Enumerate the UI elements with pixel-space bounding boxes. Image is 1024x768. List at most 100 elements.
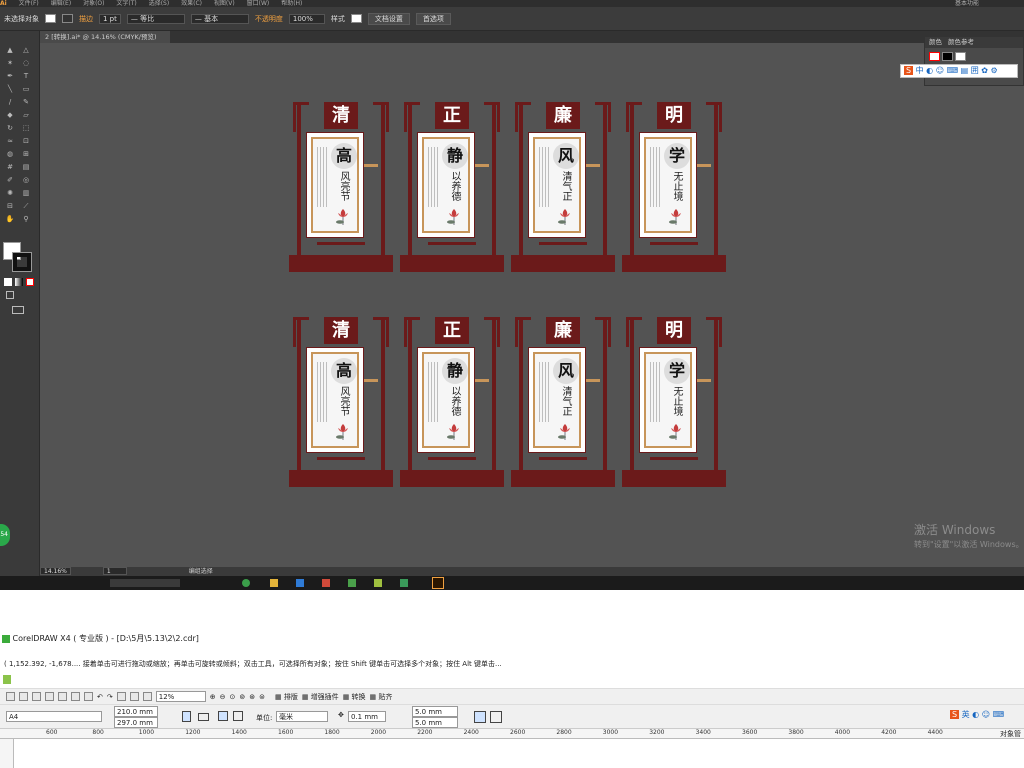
style-swatch[interactable]: [350, 14, 362, 23]
rotate-tool-icon[interactable]: ↻: [5, 124, 15, 132]
current-page-icon[interactable]: [233, 711, 243, 721]
magic-wand-icon[interactable]: ✶: [5, 59, 15, 67]
zoom-in-icon[interactable]: ⊕: [210, 693, 216, 701]
signage-display[interactable]: 正静以养德: [400, 102, 504, 272]
symbol-sprayer-icon[interactable]: ✺: [5, 189, 15, 197]
ime-toolbar-cd[interactable]: S 英 ◐ ☺ ⌨: [950, 709, 1004, 720]
units-toggle-icon[interactable]: [474, 711, 486, 723]
cd-canvas[interactable]: [14, 740, 1024, 768]
signage-display[interactable]: 清高风亮节: [289, 102, 393, 272]
zoom-field[interactable]: 14.16%: [40, 567, 71, 575]
page-width-field[interactable]: 210.0 mm: [114, 706, 158, 717]
gradient-tool-icon[interactable]: ▤: [21, 163, 31, 171]
units-select[interactable]: 毫米: [276, 711, 328, 722]
import-icon[interactable]: [116, 692, 126, 701]
none-mode-icon[interactable]: [26, 278, 34, 286]
gradient-mode-icon[interactable]: [15, 278, 23, 286]
signage-display[interactable]: 正静以养德: [400, 317, 504, 487]
duplicate-x-field[interactable]: 5.0 mm: [412, 706, 458, 717]
taskbar-app-icon[interactable]: [322, 579, 330, 587]
menu-select[interactable]: 选择(S): [149, 0, 170, 7]
line-tool-icon[interactable]: ╲: [5, 85, 15, 93]
preferences-button[interactable]: 首选项: [415, 12, 451, 25]
signage-display[interactable]: 廉风清气正: [511, 102, 615, 272]
workspace-switcher[interactable]: 基本功能: [955, 0, 979, 7]
taskbar-app-icon[interactable]: [374, 579, 382, 587]
artboard-nav-field[interactable]: 1: [102, 567, 127, 575]
stroke-weight-field[interactable]: 1 pt: [99, 13, 121, 24]
direct-selection-tool-icon[interactable]: △: [21, 46, 31, 54]
stroke-color-icon[interactable]: [12, 252, 32, 272]
export-icon[interactable]: [129, 692, 139, 701]
opacity-label[interactable]: 不透明度: [255, 14, 283, 24]
scale-tool-icon[interactable]: ⬚: [21, 124, 31, 132]
taskbar-ai-icon[interactable]: [432, 577, 444, 589]
column-graph-icon[interactable]: ▥: [21, 189, 31, 197]
taskbar-app-icon[interactable]: [400, 579, 408, 587]
tab-color-guide[interactable]: 颜色参考: [948, 37, 974, 48]
zoom-out-icon[interactable]: ⊖: [220, 693, 226, 701]
menu-object[interactable]: 对象(O): [83, 0, 104, 7]
copy-icon[interactable]: [71, 692, 80, 701]
duplicate-y-field[interactable]: 5.0 mm: [412, 717, 458, 728]
portrait-icon[interactable]: [182, 711, 191, 722]
save-icon[interactable]: [32, 692, 41, 701]
nudge-field[interactable]: 0.1 mm: [348, 711, 386, 722]
vertical-ruler[interactable]: [0, 739, 14, 768]
signage-display[interactable]: 明学无止境: [622, 102, 726, 272]
ime-toolbar[interactable]: S 中 ◐ ☺ ⌨ ▤ 囲 ✿ ⚙: [900, 64, 1018, 78]
signage-display[interactable]: 明学无止境: [622, 317, 726, 487]
perspective-grid-icon[interactable]: ⊞: [21, 150, 31, 158]
document-tab[interactable]: 2 [转换].ai* @ 14.16% (CMYK/预览): [40, 31, 170, 43]
pencil-icon[interactable]: ✎: [21, 98, 31, 106]
black-swatch[interactable]: [942, 52, 954, 61]
new-file-icon[interactable]: [6, 692, 15, 701]
menu-effect[interactable]: 效果(C): [181, 0, 202, 7]
menu-file[interactable]: 文件(F): [19, 0, 39, 7]
landscape-icon[interactable]: [198, 713, 209, 721]
open-file-icon[interactable]: [19, 692, 28, 701]
ime-mode-label[interactable]: 中: [916, 66, 924, 75]
zoom-level-select[interactable]: 12%: [155, 691, 206, 702]
stroke-label[interactable]: 描边: [79, 14, 93, 24]
redo-icon[interactable]: ↷: [107, 693, 113, 701]
stroke-swatch[interactable]: [62, 14, 73, 23]
paste-icon[interactable]: [84, 692, 93, 701]
moon-icon[interactable]: ◐ ☺ ⌨ ▤ 囲 ✿ ⚙: [926, 66, 998, 75]
lasso-icon[interactable]: ◌: [21, 59, 31, 67]
menu-help[interactable]: 帮助(H): [281, 0, 302, 7]
warp-tool-icon[interactable]: ≈: [5, 137, 15, 145]
zoom-page-icon[interactable]: ⊚: [239, 693, 245, 701]
undo-icon[interactable]: ↶: [97, 693, 103, 701]
signage-display[interactable]: 清高风亮节: [289, 317, 393, 487]
taskbar-app-icon[interactable]: [270, 579, 278, 587]
variable-width-profile[interactable]: — 等比: [126, 13, 185, 24]
type-tool-icon[interactable]: T: [21, 72, 31, 80]
zoom-fit-icon[interactable]: ⊙: [230, 693, 236, 701]
convert-button[interactable]: ▦ 转换: [343, 692, 366, 702]
tab-color[interactable]: 颜色: [929, 37, 942, 48]
mesh-tool-icon[interactable]: #: [5, 163, 15, 171]
fill-swatch[interactable]: [45, 14, 56, 23]
typeset-button[interactable]: ▦ 排版: [275, 692, 298, 702]
brush-definition[interactable]: — 基本: [190, 13, 249, 24]
taskbar-app-icon[interactable]: [242, 579, 250, 587]
slice-tool-icon[interactable]: ⟋: [21, 202, 31, 210]
paintbrush-icon[interactable]: /: [5, 98, 15, 106]
pen-tool-icon[interactable]: ✒: [5, 72, 15, 80]
hand-tool-icon[interactable]: ✋: [5, 215, 15, 223]
free-transform-icon[interactable]: ⊡: [21, 137, 31, 145]
eraser-icon[interactable]: ▱: [21, 111, 31, 119]
plugin-button[interactable]: ▦ 增强插件: [302, 692, 339, 702]
document-setup-button[interactable]: 文档设置: [367, 12, 410, 25]
selection-tool-icon[interactable]: ▲: [5, 46, 15, 54]
taskbar-app-icon[interactable]: [110, 579, 180, 587]
treat-as-filled-icon[interactable]: [490, 711, 502, 723]
signage-display[interactable]: 廉风清气正: [511, 317, 615, 487]
taskbar-app-icon[interactable]: [296, 579, 304, 587]
color-mode-icon[interactable]: [4, 278, 12, 286]
menu-edit[interactable]: 编辑(E): [51, 0, 71, 7]
all-pages-icon[interactable]: [218, 711, 228, 721]
shape-builder-icon[interactable]: ◍: [5, 150, 15, 158]
horizontal-ruler[interactable]: 600 800 1000 1200 1400 1600 1800 2000 2200 2400 26…: [0, 729, 1024, 739]
